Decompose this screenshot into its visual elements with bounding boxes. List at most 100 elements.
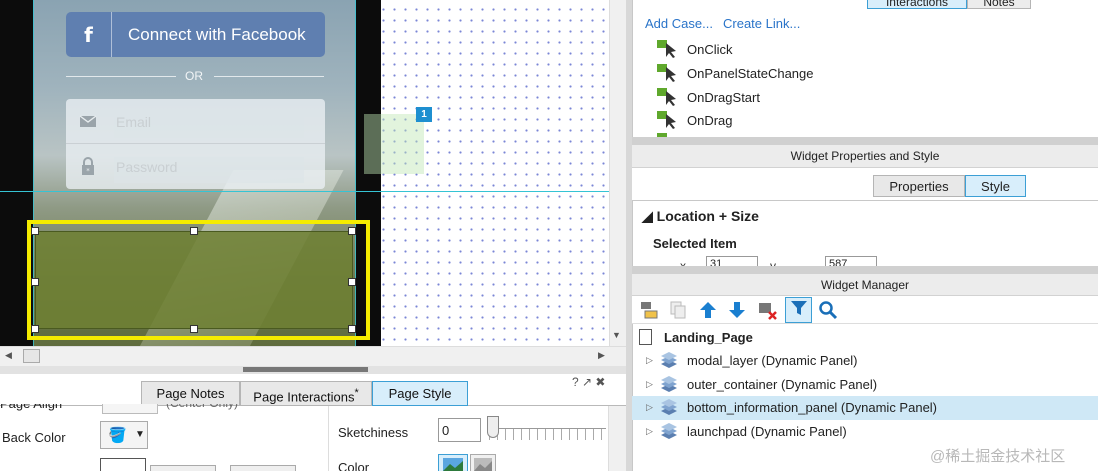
email-field[interactable]: Email (66, 99, 325, 144)
resize-handle-se[interactable] (348, 325, 356, 333)
tree-item[interactable]: ▷ modal_layer (Dynamic Panel) (632, 349, 1098, 373)
canvas-vertical-scrollbar[interactable] (609, 0, 626, 346)
tree-item-label: modal_layer (Dynamic Panel) (687, 353, 858, 368)
paint-bucket-icon: 🪣 (108, 427, 127, 444)
page-icon (639, 329, 652, 345)
image-grayscale-icon (474, 458, 492, 471)
panel-scrollbar[interactable] (608, 406, 626, 471)
footnote-badge[interactable]: 1 (416, 107, 432, 122)
resize-handle-e[interactable] (348, 278, 356, 286)
event-cursor-icon (657, 64, 676, 82)
event-cursor-icon (657, 111, 676, 129)
image-import-button[interactable] (150, 465, 216, 471)
resize-handle-s[interactable] (190, 325, 198, 333)
resize-handle-nw[interactable] (31, 227, 39, 235)
tree-item[interactable]: ▷ outer_container (Dynamic Panel) (632, 373, 1098, 397)
tree-item-selected[interactable]: ▷ bottom_information_panel (Dynamic Pane… (632, 396, 1098, 420)
scroll-right-arrow-icon[interactable]: ▶ (598, 350, 605, 361)
event-label: OnPanelStateChange (687, 66, 814, 81)
widget-manager-header: Widget Manager (632, 274, 1098, 296)
search-icon[interactable] (818, 300, 838, 320)
tree-root-page[interactable]: Landing_Page (664, 330, 753, 345)
svg-text:*: * (86, 167, 90, 175)
canvas-horizontal-scrollbar[interactable] (0, 346, 626, 366)
or-divider-line-right (214, 76, 324, 77)
expand-arrow-icon[interactable]: ▷ (646, 402, 653, 413)
sketchiness-label: Sketchiness (338, 425, 409, 440)
tree-item-label: outer_container (Dynamic Panel) (687, 377, 878, 392)
event-cursor-icon (657, 40, 676, 58)
event-label: OnDrag (687, 113, 733, 128)
add-case-link[interactable]: Add Case... (645, 16, 713, 31)
tab-page-notes[interactable]: Page Notes (141, 381, 240, 406)
tab-style[interactable]: Style (965, 175, 1026, 197)
resize-handle-ne[interactable] (348, 227, 356, 235)
facebook-button-label: Connect with Facebook (128, 25, 306, 44)
filter-icon[interactable] (785, 297, 812, 323)
tree-item[interactable]: ▷ launchpad (Dynamic Panel) (632, 420, 1098, 444)
location-size-section[interactable]: ◢ Location + Size (642, 208, 759, 225)
dynamic-panel-icon (661, 423, 677, 439)
login-box-widget[interactable]: Email * Password (66, 99, 325, 189)
add-master-icon[interactable] (639, 300, 659, 320)
color-mode-full-icon[interactable] (438, 454, 468, 471)
design-canvas[interactable]: f Connect with Facebook OR Email * Passw… (0, 0, 626, 346)
image-clear-button[interactable] (230, 465, 296, 471)
delete-icon[interactable] (757, 300, 779, 320)
facebook-connect-widget[interactable]: f Connect with Facebook (66, 12, 325, 57)
lock-icon: * (82, 157, 94, 175)
scroll-left-arrow-icon[interactable]: ◀ (5, 350, 12, 361)
sketchiness-slider-track[interactable] (489, 428, 606, 440)
sketchiness-slider-thumb[interactable] (487, 416, 499, 438)
tab-interactions[interactable]: Interactions (867, 0, 967, 9)
watermark: @稀土掘金技术社区 (930, 448, 1066, 465)
scroll-down-arrow-icon[interactable]: ▼ (612, 330, 623, 342)
widget-properties-header: Widget Properties and Style (632, 145, 1098, 168)
filter-funnel-icon (790, 301, 807, 315)
or-divider-text: OR (185, 69, 203, 83)
tab-page-interactions[interactable]: Page Interactions* (240, 381, 372, 406)
or-divider-line-left (66, 76, 176, 77)
tree-item-label: bottom_information_panel (Dynamic Panel) (687, 400, 938, 415)
tab-notes[interactable]: Notes (967, 0, 1031, 9)
location-size-title: Location + Size (656, 208, 759, 224)
chevron-down-icon[interactable]: ▼ (135, 429, 145, 440)
expand-arrow-icon[interactable]: ▷ (646, 355, 653, 366)
drag-ghost-preview (364, 114, 424, 174)
facebook-icon: f (66, 12, 112, 57)
section-divider[interactable] (632, 137, 1098, 145)
panel-divider (328, 406, 329, 471)
horizontal-scroll-thumb[interactable] (23, 349, 40, 363)
widget-properties-tabbar (632, 168, 1098, 201)
copy-icon[interactable] (668, 300, 688, 320)
back-color-label: Back Color (2, 430, 66, 445)
expand-arrow-icon[interactable]: ▷ (646, 426, 653, 437)
color-swatch[interactable] (100, 458, 146, 471)
dynamic-panel-icon (661, 376, 677, 392)
selected-item-label: Selected Item (653, 236, 737, 251)
event-label: OnDragStart (687, 90, 760, 105)
move-down-icon[interactable] (727, 300, 747, 320)
bottom-information-panel-widget[interactable] (35, 231, 353, 329)
resize-handle-w[interactable] (31, 278, 39, 286)
sketchiness-input[interactable]: 0 (438, 418, 481, 442)
email-placeholder: Email (114, 112, 304, 138)
event-label: OnClick (687, 42, 733, 57)
dynamic-panel-icon (661, 352, 677, 368)
horizontal-guide[interactable] (0, 191, 626, 192)
tab-page-style[interactable]: Page Style (372, 381, 468, 406)
color-mode-gray-icon[interactable] (470, 454, 496, 471)
expand-arrow-icon[interactable]: ▷ (646, 379, 653, 390)
create-link-link[interactable]: Create Link... (723, 16, 800, 31)
splitter-grip[interactable] (243, 367, 368, 372)
section-divider[interactable] (632, 266, 1098, 274)
resize-handle-sw[interactable] (31, 325, 39, 333)
event-cursor-icon (657, 88, 676, 106)
panel-window-controls[interactable]: ? ↗ ✖ (572, 375, 605, 389)
password-field[interactable]: * Password (66, 144, 325, 189)
move-up-icon[interactable] (698, 300, 718, 320)
resize-handle-n[interactable] (190, 227, 198, 235)
image-color-icon (443, 458, 463, 471)
tab-properties[interactable]: Properties (873, 175, 965, 197)
tree-item-label: launchpad (Dynamic Panel) (687, 424, 847, 439)
